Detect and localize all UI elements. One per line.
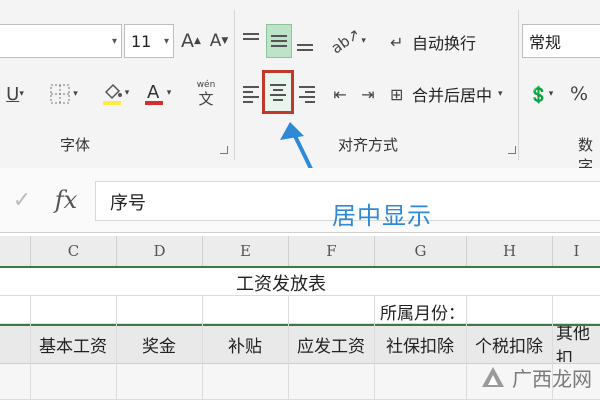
header-basic-salary[interactable]: 基本工资	[30, 326, 116, 362]
accounting-icon: 💲	[528, 84, 549, 104]
bottom-align-button[interactable]	[294, 24, 316, 58]
align-left-icon	[243, 85, 259, 103]
orientation-icon: ab↗	[327, 24, 364, 58]
fill-color-button[interactable]: ▾	[96, 76, 134, 110]
font-color-button[interactable]: A ▾	[138, 76, 176, 110]
group-separator	[234, 10, 235, 160]
header-income-tax[interactable]: 个税扣除	[466, 326, 552, 362]
annotation-label: 居中显示	[332, 202, 432, 230]
header-bonus[interactable]: 奖金	[116, 326, 202, 362]
fx-icon: fx	[54, 186, 78, 214]
formula-content: 序号	[110, 193, 146, 214]
header-social-insurance[interactable]: 社保扣除	[374, 326, 466, 362]
header-gross-pay[interactable]: 应发工资	[288, 326, 374, 362]
font-name-box[interactable]: ▾	[0, 24, 122, 58]
phonetic-icon-top: wén	[196, 80, 216, 90]
align-right-button[interactable]	[296, 78, 318, 110]
middle-align-button[interactable]	[266, 24, 292, 58]
watermark-text: 广西龙网	[512, 367, 592, 391]
insert-function-button[interactable]: fx	[48, 180, 84, 220]
percent-button[interactable]: %	[566, 78, 592, 110]
decrease-indent-icon: ⇤	[333, 84, 347, 104]
increase-font-icon: A	[181, 30, 195, 52]
align-center-button[interactable]	[262, 70, 294, 114]
cancel-check-button[interactable]: ✓	[8, 182, 36, 218]
font-size-box[interactable]: 11 ▾	[124, 24, 174, 58]
font-color-icon: A	[144, 82, 163, 105]
column-header-g[interactable]: G	[374, 236, 466, 266]
column-header-i[interactable]: I	[552, 236, 600, 266]
alignment-dialog-launcher-icon[interactable]	[508, 146, 516, 154]
align-center-icon	[270, 83, 286, 101]
paint-bucket-icon	[102, 83, 122, 105]
column-header-f[interactable]: F	[288, 236, 374, 266]
watermark-logo-icon	[482, 366, 504, 387]
svg-text:A: A	[147, 82, 160, 103]
increase-indent-icon: ⇥	[361, 84, 375, 104]
number-format-box[interactable]: 常规	[522, 24, 600, 58]
phonetic-icon-bottom: 文	[198, 90, 214, 108]
decrease-indent-button[interactable]: ⇤	[328, 78, 352, 110]
underline-icon: U	[6, 83, 20, 105]
header-other-deduction[interactable]: 其他扣	[552, 326, 600, 362]
ribbon: ▾ 11 ▾ A ▲ A ▼ U ▾ ▾ ▾ A ▾ wén 文 字体 ab↗ ▾	[0, 0, 600, 175]
font-size-dropdown-icon: ▾	[163, 35, 169, 47]
wrap-text-label: 自动换行	[412, 34, 477, 53]
decrease-font-icon: A	[209, 31, 222, 51]
align-right-icon	[299, 85, 315, 103]
column-header-h[interactable]: H	[466, 236, 552, 266]
column-header-c[interactable]: C	[30, 236, 116, 266]
column-header-e[interactable]: E	[202, 236, 288, 266]
watermark: 广西龙网	[480, 363, 592, 392]
wrap-text-button[interactable]: ↵ 自动换行	[390, 26, 500, 58]
font-name-dropdown-icon: ▾	[111, 35, 117, 47]
top-align-icon	[243, 32, 259, 40]
sheet-title: 工资发放表	[236, 274, 326, 295]
phonetic-guide-button[interactable]: wén 文	[186, 76, 226, 112]
decrease-font-size-button[interactable]: A ▼	[206, 26, 232, 56]
percent-icon: %	[569, 83, 589, 105]
group-label-font: 字体	[60, 136, 91, 154]
check-icon: ✓	[12, 187, 32, 213]
borders-icon	[50, 84, 70, 104]
underline-button[interactable]: U ▾	[0, 78, 30, 110]
accounting-format-button[interactable]: 💲 ▾	[524, 78, 558, 110]
merge-center-icon: ⊞	[390, 84, 404, 104]
group-label-alignment: 对齐方式	[338, 136, 399, 154]
merge-center-button[interactable]: ⊞ 合并后居中 ▾	[390, 78, 516, 110]
orientation-button[interactable]: ab↗ ▾	[328, 24, 368, 58]
wrap-text-icon: ↵	[390, 32, 404, 52]
sheet-row-month[interactable]	[0, 296, 600, 324]
number-format-value: 常规	[529, 33, 562, 52]
column-header-d[interactable]: D	[116, 236, 202, 266]
font-dialog-launcher-icon[interactable]	[220, 146, 228, 154]
align-left-button[interactable]	[240, 78, 262, 110]
increase-indent-button[interactable]: ⇥	[356, 78, 380, 110]
merge-center-label: 合并后居中	[412, 86, 493, 105]
header-allowance[interactable]: 补贴	[202, 326, 288, 362]
bottom-align-icon	[297, 43, 313, 51]
month-label: 所属月份：	[380, 304, 465, 324]
borders-button[interactable]: ▾	[44, 78, 84, 110]
group-separator	[518, 10, 519, 160]
top-align-button[interactable]	[240, 24, 262, 58]
font-size-value: 11	[131, 31, 152, 51]
increase-font-size-button[interactable]: A ▲	[178, 26, 204, 56]
middle-align-icon	[271, 35, 287, 47]
